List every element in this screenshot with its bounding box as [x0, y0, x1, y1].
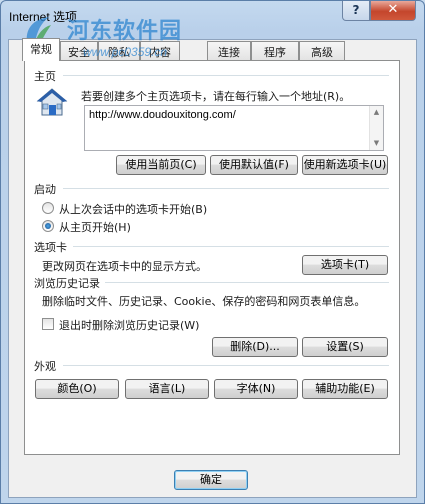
accessibility-button[interactable]: 辅助功能(E) [302, 379, 388, 399]
group-divider [105, 282, 389, 283]
history-description: 删除临时文件、历史记录、Cookie、保存的密码和网页表单信息。 [42, 295, 366, 308]
use-new-tab-button[interactable]: 使用新选项卡(U) [302, 155, 388, 175]
window-title: Internet 选项 [9, 10, 78, 24]
colors-button[interactable]: 颜色(O) [35, 379, 119, 399]
tab-general[interactable]: 常规 [22, 38, 60, 61]
group-divider [63, 75, 389, 76]
scroll-down-arrow-icon[interactable]: ▼ [370, 137, 383, 150]
tab-privacy[interactable]: 隐私 [98, 41, 140, 60]
home-page-url: http://www.doudouxitong.com/ [89, 109, 236, 121]
group-divider [73, 246, 389, 247]
delete-history-on-exit-checkbox[interactable] [42, 318, 54, 330]
start-from-home-label: 从主页开始(H) [59, 221, 131, 234]
start-from-last-session-radio[interactable] [42, 202, 54, 214]
delete-history-button[interactable]: 删除(D)... [212, 337, 298, 357]
home-page-textarea[interactable]: http://www.doudouxitong.com/ ▲ ▼ [84, 105, 384, 151]
tab-security[interactable]: 安全 [60, 41, 98, 60]
help-button[interactable]: ? [342, 1, 370, 21]
close-button[interactable]: ✕ [370, 1, 416, 21]
use-current-button[interactable]: 使用当前页(C) [116, 155, 206, 175]
ok-button[interactable]: 确定 [174, 470, 248, 490]
fonts-button[interactable]: 字体(N) [214, 379, 298, 399]
start-from-home-radio[interactable] [42, 220, 54, 232]
delete-history-on-exit-label: 退出时删除浏览历史记录(W) [59, 319, 200, 332]
scroll-up-arrow-icon[interactable]: ▲ [370, 106, 383, 119]
tab-advanced[interactable]: 高级 [299, 41, 345, 60]
appearance-group-title: 外观 [34, 360, 56, 373]
tab-connections[interactable]: 连接 [207, 41, 251, 60]
tab-programs[interactable]: 程序 [251, 41, 299, 60]
tabs-group-title: 选项卡 [34, 241, 67, 254]
tabs-settings-button[interactable]: 选项卡(T) [302, 255, 388, 275]
title-bar: Internet 选项 ? ✕ [1, 1, 424, 31]
tabs-description: 更改网页在选项卡中的显示方式。 [42, 260, 207, 273]
home-page-group-title: 主页 [34, 70, 56, 83]
textarea-scrollbar[interactable]: ▲ ▼ [369, 106, 383, 150]
group-divider [63, 365, 389, 366]
tab-content[interactable]: 内容 [140, 41, 180, 60]
history-settings-button[interactable]: 设置(S) [302, 337, 388, 357]
start-from-last-session-label: 从上次会话中的选项卡开始(B) [59, 203, 208, 216]
internet-options-window: Internet 选项 ? ✕ 常规 安全 隐私 内容 连接 程序 高级 主页 … [0, 0, 425, 504]
group-divider [63, 188, 389, 189]
languages-button[interactable]: 语言(L) [125, 379, 209, 399]
home-page-description: 若要创建多个主页选项卡，请在每行输入一个地址(R)。 [81, 90, 351, 103]
use-default-button[interactable]: 使用默认值(F) [210, 155, 298, 175]
general-tab-panel: 主页 若要创建多个主页选项卡，请在每行输入一个地址(R)。 http://www… [24, 60, 400, 455]
history-group-title: 浏览历史记录 [34, 277, 100, 290]
home-icon [36, 88, 68, 116]
startup-group-title: 启动 [34, 183, 56, 196]
